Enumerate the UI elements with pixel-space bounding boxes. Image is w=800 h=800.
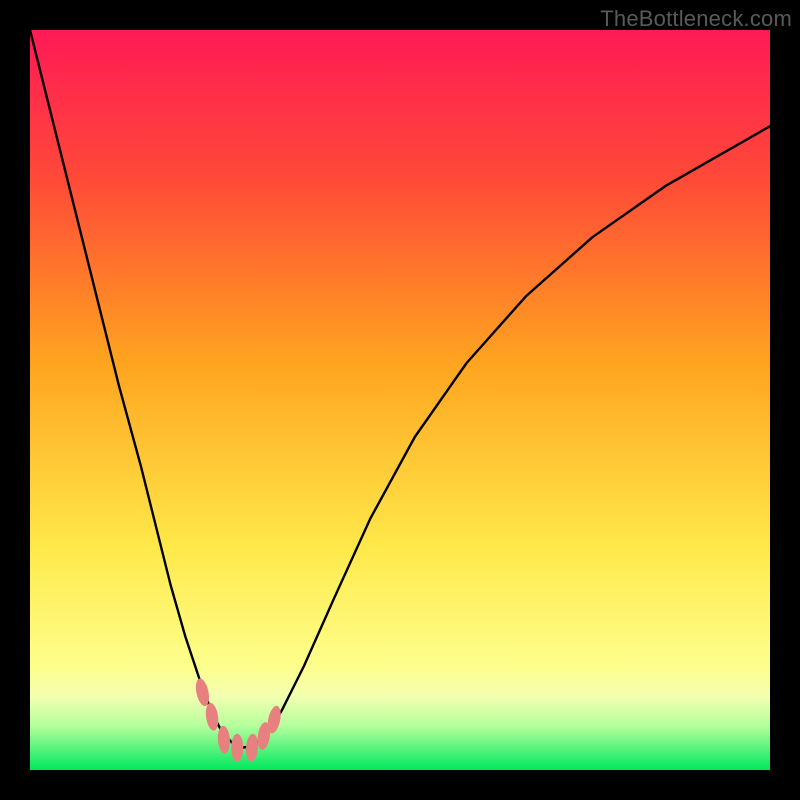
watermark-text: TheBottleneck.com xyxy=(600,6,792,32)
chart-svg xyxy=(30,30,770,770)
plot-area xyxy=(30,30,770,770)
dip-marker xyxy=(231,734,243,762)
chart-frame: TheBottleneck.com xyxy=(0,0,800,800)
